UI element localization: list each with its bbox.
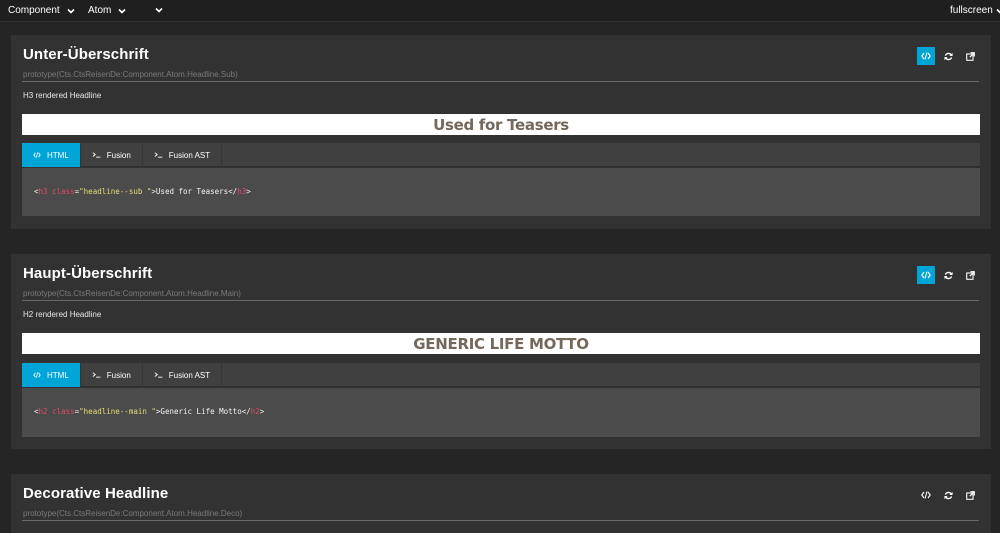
prototype-name: prototype(Cts.CtsReisenDe:Component.Atom… — [23, 70, 238, 79]
component-dropdown-label: Component — [8, 5, 60, 16]
component-card: Haupt-Überschrift prototype(Cts.CtsReise… — [11, 254, 991, 449]
code-icon — [33, 152, 41, 158]
code-icon — [921, 52, 931, 60]
code-tabs: HTML Fusion Fusion AST — [22, 143, 980, 167]
code-block: <h2 class="headline--main ">Generic Life… — [22, 388, 980, 437]
card-actions — [917, 266, 979, 284]
tab-fusion-ast[interactable]: Fusion AST — [143, 143, 223, 167]
prototype-dropdown[interactable] — [148, 5, 164, 15]
refresh-button[interactable] — [939, 47, 957, 65]
card-description: H2 rendered Headline — [23, 310, 102, 319]
divider — [22, 81, 979, 82]
code-attribute: class — [52, 187, 75, 196]
code-icon — [33, 372, 41, 378]
code-icon — [921, 271, 931, 279]
component-card: Unter-Überschrift prototype(Cts.CtsReise… — [11, 35, 991, 229]
prototype-name: prototype(Cts.CtsReisenDe:Component.Atom… — [23, 289, 241, 298]
preview-area: Used for Teasers — [22, 114, 980, 135]
divider — [22, 300, 979, 301]
card-description: H3 rendered Headline — [23, 91, 102, 100]
code-string: "headline--sub " — [79, 187, 152, 196]
preview-area: GENERIC LIFE MOTTO — [22, 333, 980, 354]
tab-label: Fusion — [106, 150, 131, 160]
tab-label: HTML — [47, 370, 69, 380]
tab-label: HTML — [47, 150, 69, 160]
fullscreen-dropdown[interactable]: fullscreen — [950, 5, 1000, 16]
open-external-button[interactable] — [961, 486, 979, 504]
preview-headline: GENERIC LIFE MOTTO — [413, 334, 589, 353]
code-toggle-button[interactable] — [917, 266, 935, 284]
tab-html[interactable]: HTML — [22, 363, 81, 387]
card-actions — [917, 47, 979, 65]
external-link-icon — [965, 51, 975, 61]
refresh-icon — [943, 271, 953, 279]
chevron-down-icon — [996, 6, 1000, 16]
code-toggle-button[interactable] — [917, 47, 935, 65]
tab-label: Fusion AST — [168, 370, 211, 380]
tab-label: Fusion — [106, 370, 131, 380]
code-string: "headline--main " — [79, 407, 156, 416]
code-punctuation: > — [246, 187, 251, 196]
card-title: Haupt-Überschrift — [23, 265, 153, 282]
component-dropdown[interactable]: Component — [8, 5, 76, 16]
atom-dropdown[interactable]: Atom — [88, 5, 127, 16]
card-actions — [917, 486, 979, 504]
card-title: Decorative Headline — [23, 485, 169, 502]
prototype-name: prototype(Cts.CtsReisenDe:Component.Atom… — [23, 509, 243, 518]
refresh-button[interactable] — [939, 486, 957, 504]
tab-fusion[interactable]: Fusion — [81, 363, 143, 387]
refresh-icon — [943, 491, 953, 499]
tab-label: Fusion AST — [168, 150, 211, 160]
terminal-icon — [154, 152, 163, 158]
code-tag: h2 — [250, 407, 260, 416]
chevron-down-icon — [154, 5, 164, 15]
external-link-icon — [965, 270, 975, 280]
tab-fusion[interactable]: Fusion — [81, 143, 143, 167]
code-content: >Used for Teasers</ — [151, 187, 238, 196]
preview-headline: Used for Teasers — [433, 115, 569, 134]
divider — [22, 520, 979, 521]
code-punctuation: > — [259, 407, 265, 416]
refresh-button[interactable] — [939, 266, 957, 284]
open-external-button[interactable] — [961, 47, 979, 65]
code-content: >Generic Life Motto</ — [155, 407, 251, 416]
code-attribute: class — [52, 407, 75, 416]
tab-fusion-ast[interactable]: Fusion AST — [143, 363, 223, 387]
code-tag: h2 — [38, 407, 48, 416]
code-tabs: HTML Fusion Fusion AST — [22, 363, 980, 387]
external-link-icon — [965, 490, 975, 500]
terminal-icon — [154, 372, 163, 378]
tab-html[interactable]: HTML — [22, 143, 81, 167]
atom-dropdown-label: Atom — [88, 5, 112, 16]
code-icon — [921, 491, 931, 499]
terminal-icon — [92, 152, 101, 158]
refresh-icon — [943, 52, 953, 60]
open-external-button[interactable] — [961, 266, 979, 284]
fullscreen-label: fullscreen — [950, 5, 993, 16]
code-block: <h3 class="headline--sub ">Used for Teas… — [22, 168, 980, 216]
card-title: Unter-Überschrift — [23, 46, 149, 63]
top-bar: Component Atom fullscreen — [0, 0, 1000, 22]
code-tag: h3 — [237, 187, 247, 196]
chevron-down-icon — [117, 6, 127, 16]
component-card: Decorative Headline prototype(Cts.CtsRei… — [11, 474, 991, 533]
code-toggle-button[interactable] — [917, 486, 935, 504]
terminal-icon — [92, 372, 101, 378]
chevron-down-icon — [66, 6, 76, 16]
code-tag: h3 — [38, 187, 48, 196]
